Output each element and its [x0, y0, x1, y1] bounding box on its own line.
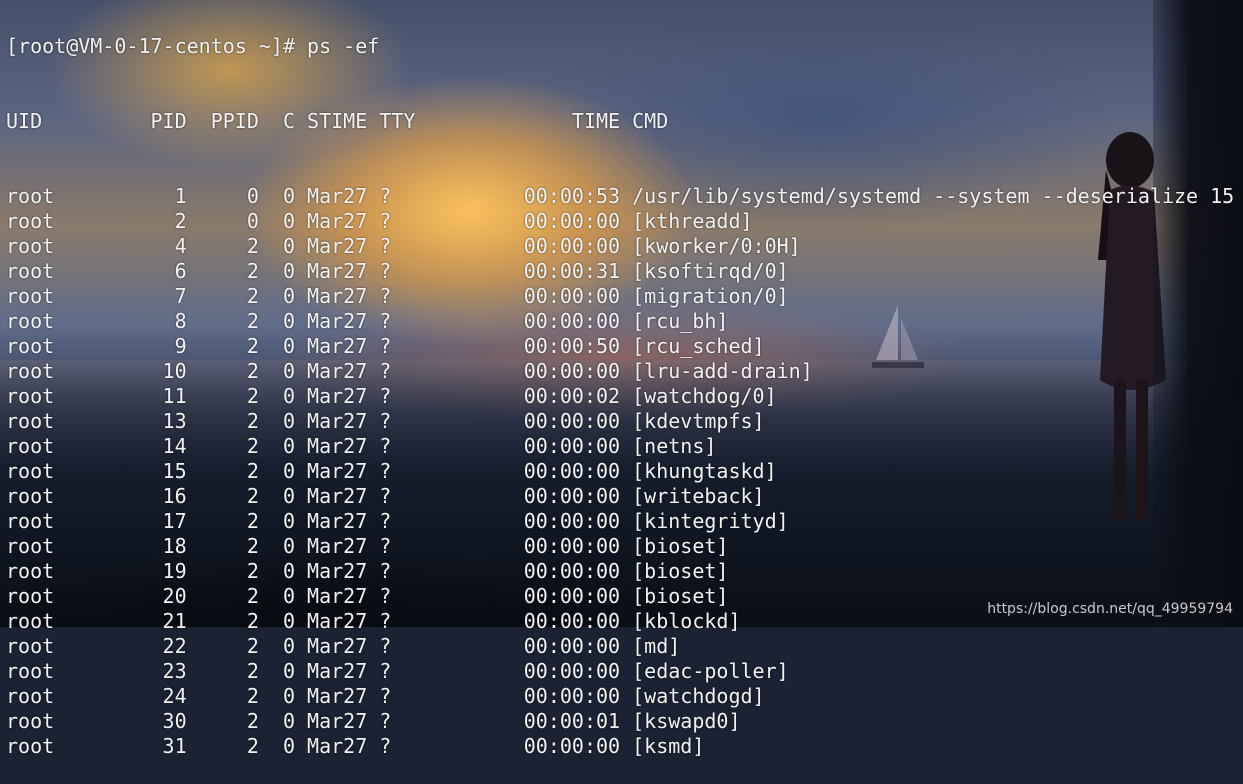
- process-row: root 22 2 0 Mar27 ? 00:00:00 [md]: [6, 634, 681, 658]
- process-row: root 2 0 0 Mar27 ? 00:00:00 [kthreadd]: [6, 209, 753, 233]
- process-row: root 15 2 0 Mar27 ? 00:00:00 [khungtaskd…: [6, 459, 777, 483]
- process-row: root 23 2 0 Mar27 ? 00:00:00 [edac-polle…: [6, 659, 789, 683]
- process-row: root 18 2 0 Mar27 ? 00:00:00 [bioset]: [6, 534, 729, 558]
- process-row: root 4 2 0 Mar27 ? 00:00:00 [kworker/0:0…: [6, 234, 801, 258]
- watermark-url: https://blog.csdn.net/qq_49959794: [987, 601, 1233, 617]
- process-row: root 24 2 0 Mar27 ? 00:00:00 [watchdogd]: [6, 684, 765, 708]
- process-row: root 1 0 0 Mar27 ? 00:00:53 /usr/lib/sys…: [6, 184, 1235, 208]
- terminal-output[interactable]: [root@VM-0-17-centos ~]# ps -ef UID PID …: [0, 0, 1243, 758]
- ps-header-row: UID PID PPID C STIME TTY TIME CMD: [6, 109, 669, 133]
- process-row: root 14 2 0 Mar27 ? 00:00:00 [netns]: [6, 434, 717, 458]
- process-row: root 7 2 0 Mar27 ? 00:00:00 [migration/0…: [6, 284, 789, 308]
- process-row: root 11 2 0 Mar27 ? 00:00:02 [watchdog/0…: [6, 384, 777, 408]
- process-row: root 13 2 0 Mar27 ? 00:00:00 [kdevtmpfs]: [6, 409, 765, 433]
- process-row: root 30 2 0 Mar27 ? 00:00:01 [kswapd0]: [6, 709, 741, 733]
- process-row: root 8 2 0 Mar27 ? 00:00:00 [rcu_bh]: [6, 309, 729, 333]
- process-row: root 10 2 0 Mar27 ? 00:00:00 [lru-add-dr…: [6, 359, 813, 383]
- process-row: root 31 2 0 Mar27 ? 00:00:00 [ksmd]: [6, 734, 705, 758]
- process-row: root 6 2 0 Mar27 ? 00:00:31 [ksoftirqd/0…: [6, 259, 789, 283]
- process-row: root 17 2 0 Mar27 ? 00:00:00 [kintegrity…: [6, 509, 789, 533]
- process-row: root 9 2 0 Mar27 ? 00:00:50 [rcu_sched]: [6, 334, 765, 358]
- command-prompt-line: [root@VM-0-17-centos ~]# ps -ef: [6, 34, 380, 58]
- process-row: root 16 2 0 Mar27 ? 00:00:00 [writeback]: [6, 484, 765, 508]
- process-row: root 19 2 0 Mar27 ? 00:00:00 [bioset]: [6, 559, 729, 583]
- process-list: root 1 0 0 Mar27 ? 00:00:53 /usr/lib/sys…: [0, 184, 1243, 759]
